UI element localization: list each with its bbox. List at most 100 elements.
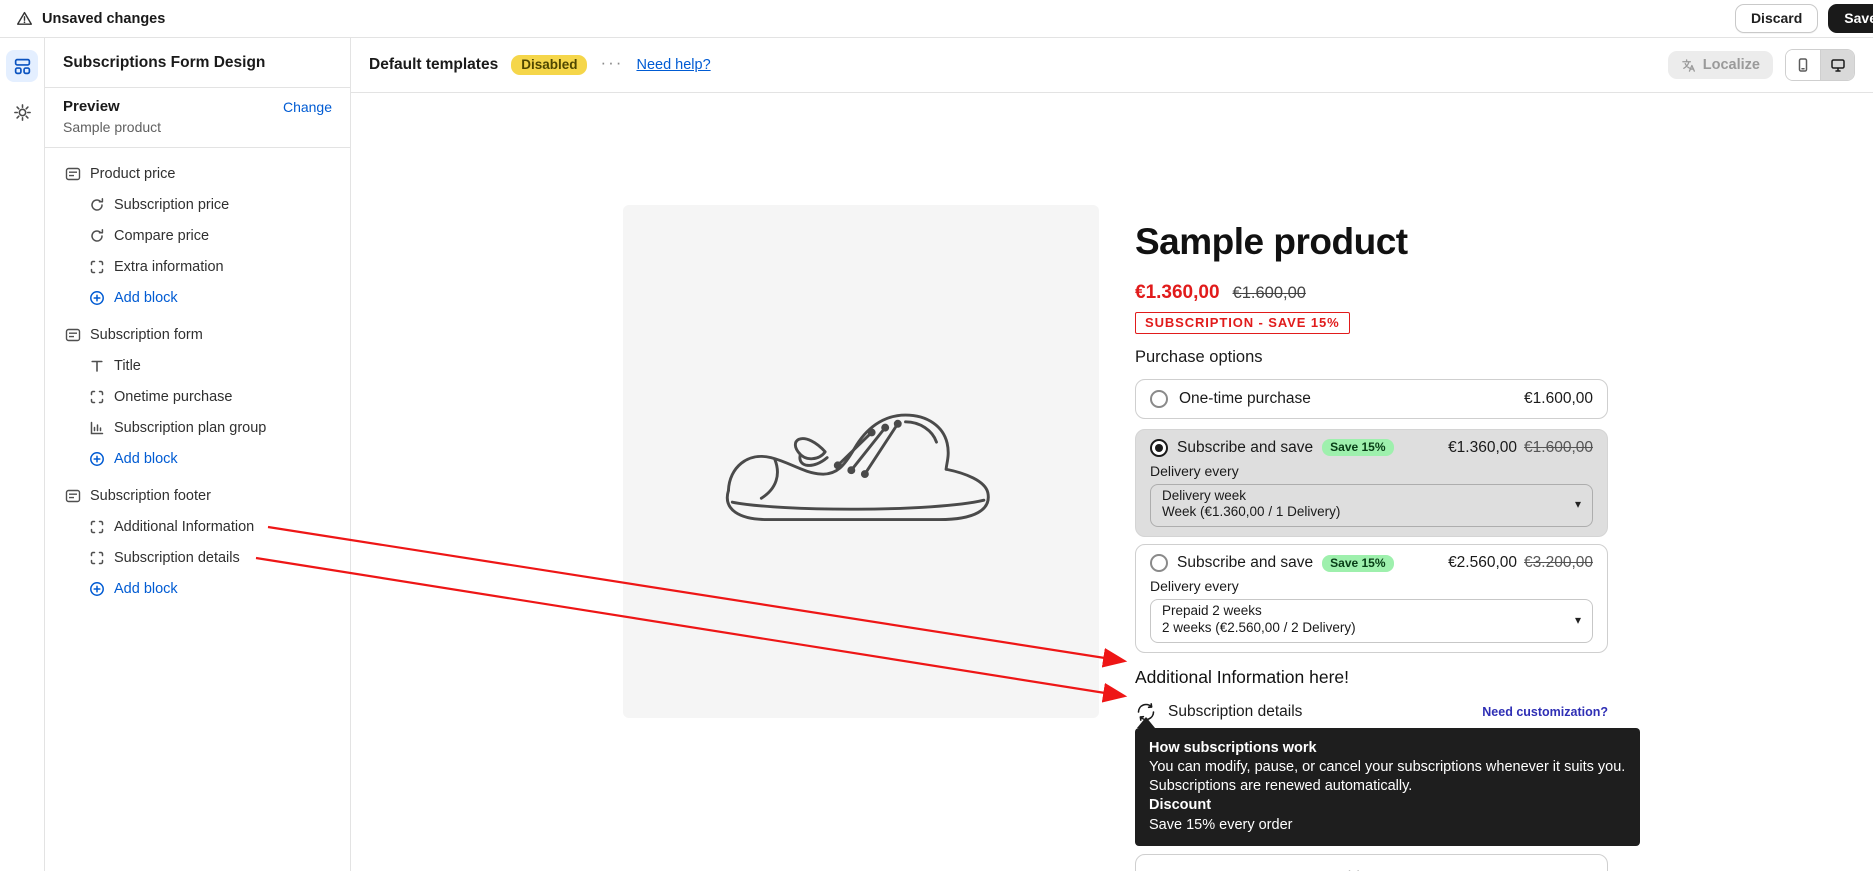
tooltip-pointer — [1137, 717, 1155, 728]
sidebar-item-subscription-price[interactable]: Subscription price — [45, 189, 350, 220]
chevron-down-icon: ▾ — [1575, 497, 1581, 511]
sidebar-item-additional-information[interactable]: Additional Information — [45, 511, 350, 542]
product-title: Sample product — [1135, 221, 1608, 264]
sections-panel-button[interactable] — [6, 50, 38, 82]
settings-panel-button[interactable] — [6, 96, 38, 128]
plus-circle-icon — [89, 581, 105, 597]
option-subscribe-weekly[interactable]: Subscribe and save Save 15% €1.360,00 €1… — [1135, 429, 1608, 538]
add-block-button-2[interactable]: Add block — [45, 443, 350, 474]
discard-button[interactable]: Discard — [1735, 4, 1818, 33]
option-label: One-time purchase — [1179, 390, 1311, 408]
need-customization-link[interactable]: Need customization? — [1482, 705, 1608, 719]
plan-detail: 2 weeks (€2.560,00 / 2 Delivery) — [1162, 620, 1356, 637]
tree-item-label: Subscription price — [114, 197, 229, 213]
plan-name: Prepaid 2 weeks — [1162, 603, 1356, 620]
more-actions-button[interactable]: ··· — [600, 54, 623, 77]
tooltip-body-line1: You can modify, pause, or cancel your su… — [1149, 758, 1626, 777]
block-tree: Product price Subscription price Compare… — [45, 148, 350, 614]
mobile-view-button[interactable] — [1786, 50, 1820, 80]
sidebar-item-subscription-footer[interactable]: Subscription footer — [45, 480, 350, 511]
compare-price: €1.600,00 — [1233, 284, 1306, 303]
desktop-view-button[interactable] — [1820, 50, 1854, 80]
mobile-icon — [1795, 57, 1811, 73]
sidebar: Subscriptions Form Design Preview Change… — [45, 38, 351, 871]
price-row: €1.360,00 €1.600,00 — [1135, 282, 1608, 304]
tree-item-label: Extra information — [114, 259, 224, 275]
radio-subscribe-weekly[interactable] — [1150, 439, 1168, 457]
save-percent-badge: Save 15% — [1322, 439, 1393, 456]
option-compare-price: €1.600,00 — [1524, 439, 1593, 457]
template-header: Default templates Disabled ··· Need help… — [351, 38, 1873, 93]
delivery-every-label: Delivery every — [1150, 463, 1593, 479]
sidebar-item-subscription-details[interactable]: Subscription details — [45, 542, 350, 573]
sidebar-item-extra-information[interactable]: Extra information — [45, 251, 350, 282]
save-button[interactable]: Save — [1828, 4, 1873, 33]
sneaker-illustration — [711, 374, 1011, 549]
chart-icon — [89, 420, 105, 436]
purchase-options-label: Purchase options — [1135, 348, 1608, 367]
tree-item-label: Onetime purchase — [114, 389, 232, 405]
section-icon — [65, 488, 81, 504]
main-area: Default templates Disabled ··· Need help… — [351, 38, 1873, 871]
plus-circle-icon — [89, 290, 105, 306]
plus-circle-icon — [89, 451, 105, 467]
delivery-every-label: Delivery every — [1150, 578, 1593, 594]
recurring-icon — [89, 228, 105, 244]
sale-price: €1.360,00 — [1135, 282, 1220, 304]
option-subscribe-prepaid[interactable]: Subscribe and save Save 15% €2.560,00 €3… — [1135, 544, 1608, 653]
tree-item-label: Subscription footer — [90, 488, 211, 504]
unsaved-changes-label: Unsaved changes — [42, 11, 165, 27]
tree-item-label: Subscription details — [114, 550, 240, 566]
device-toggle — [1785, 49, 1855, 81]
localize-button[interactable]: Localize — [1668, 51, 1773, 79]
plan-detail: Week (€1.360,00 / 1 Delivery) — [1162, 504, 1340, 521]
tooltip-body-line2: Subscriptions are renewed automatically. — [1149, 777, 1626, 796]
sections-icon — [13, 57, 32, 76]
add-to-cart-button[interactable]: Add to Cart — [1135, 854, 1608, 871]
add-block-button-3[interactable]: Add block — [45, 573, 350, 604]
subscription-details-label: Subscription details — [1168, 703, 1302, 721]
option-one-time-purchase[interactable]: One-time purchase €1.600,00 — [1135, 379, 1608, 419]
preview-label: Preview — [63, 98, 120, 115]
radio-subscribe-prepaid[interactable] — [1150, 554, 1168, 572]
add-block-button-1[interactable]: Add block — [45, 282, 350, 313]
radio-one-time[interactable] — [1150, 390, 1168, 408]
subscription-details-row: Subscription details Need customization? — [1135, 700, 1608, 724]
localize-icon — [1681, 58, 1696, 73]
option-compare-price: €3.200,00 — [1524, 554, 1593, 572]
delivery-plan-select[interactable]: Delivery week Week (€1.360,00 / 1 Delive… — [1150, 484, 1593, 528]
tree-item-label: Subscription plan group — [114, 420, 266, 436]
option-label: Subscribe and save — [1177, 439, 1313, 457]
sidebar-item-subscription-plan-group[interactable]: Subscription plan group — [45, 412, 350, 443]
tree-item-label: Add block — [114, 290, 178, 306]
subscription-details-tooltip: How subscriptions work You can modify, p… — [1135, 728, 1640, 846]
change-preview-link[interactable]: Change — [283, 99, 332, 115]
sidebar-item-product-price[interactable]: Product price — [45, 158, 350, 189]
template-title: Default templates — [369, 56, 498, 74]
desktop-icon — [1830, 57, 1846, 73]
option-price: €1.360,00 — [1448, 439, 1517, 457]
option-price: €1.600,00 — [1524, 390, 1593, 408]
tooltip-discount-body: Save 15% every order — [1149, 816, 1626, 835]
preview-block: Preview Change Sample product — [45, 88, 350, 148]
additional-information-text: Additional Information here! — [1135, 667, 1608, 688]
sidebar-item-compare-price[interactable]: Compare price — [45, 220, 350, 251]
need-help-link[interactable]: Need help? — [636, 57, 710, 73]
sidebar-item-subscription-form[interactable]: Subscription form — [45, 319, 350, 350]
sidebar-item-title[interactable]: Title — [45, 350, 350, 381]
save-percent-badge: Save 15% — [1322, 555, 1393, 572]
plan-name: Delivery week — [1162, 488, 1340, 505]
product-info-column: Sample product €1.360,00 €1.600,00 SUBSC… — [1135, 205, 1608, 871]
tree-item-label: Compare price — [114, 228, 209, 244]
sidebar-title: Subscriptions Form Design — [45, 38, 350, 88]
status-badge: Disabled — [511, 55, 587, 75]
tree-item-label: Add block — [114, 451, 178, 467]
preview-product-name: Sample product — [63, 119, 332, 135]
unsaved-changes-bar: Unsaved changes Discard Save — [0, 0, 1873, 38]
delivery-plan-select[interactable]: Prepaid 2 weeks 2 weeks (€2.560,00 / 2 D… — [1150, 599, 1593, 643]
option-price: €2.560,00 — [1448, 554, 1517, 572]
tree-item-label: Title — [114, 358, 141, 374]
section-icon — [65, 166, 81, 182]
tree-item-label: Product price — [90, 166, 175, 182]
sidebar-item-onetime-purchase[interactable]: Onetime purchase — [45, 381, 350, 412]
